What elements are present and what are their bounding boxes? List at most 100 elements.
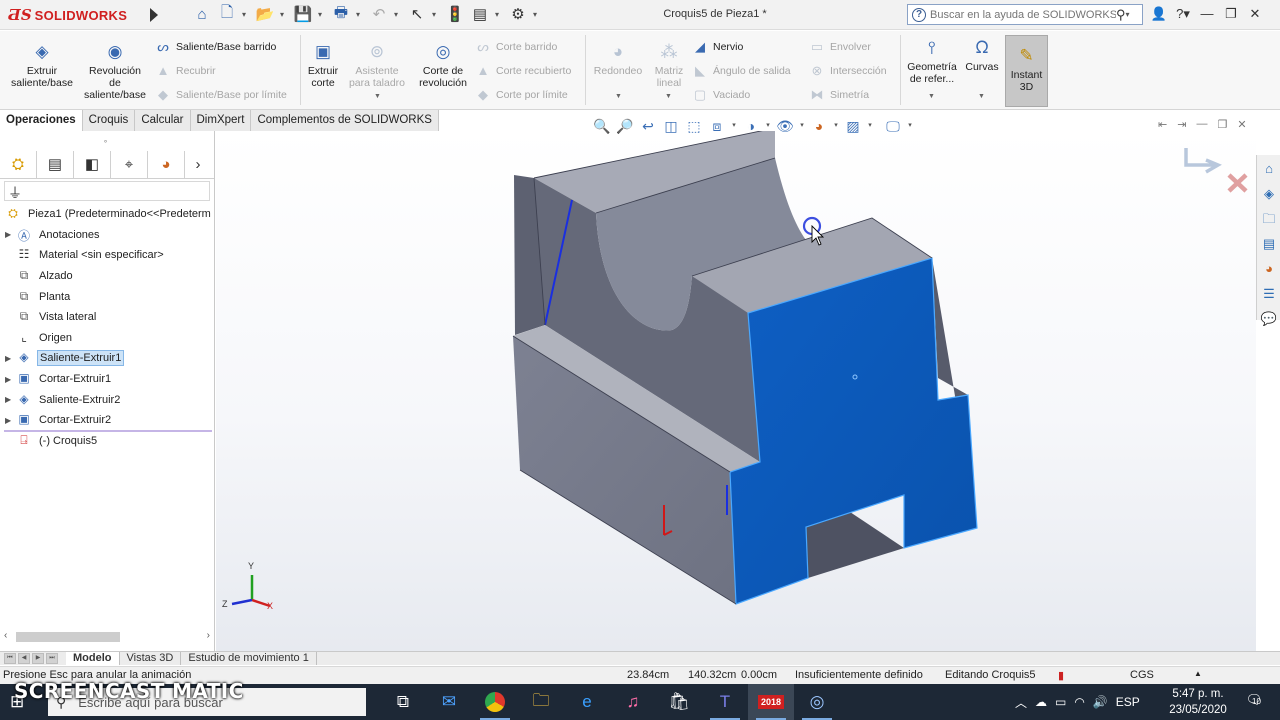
edit-appearance-icon[interactable]: ◕ (809, 116, 829, 136)
custom-properties-icon[interactable]: ☰ (1258, 283, 1280, 305)
geometria-referencia-button[interactable]: ⫯ Geometría de refer... (904, 37, 960, 85)
section-view-icon[interactable]: ◫ (661, 116, 681, 136)
solidworks-resources-icon[interactable]: ⌂ (1258, 158, 1280, 180)
chevron-right-icon[interactable]: › (185, 151, 211, 179)
instant3d-button[interactable]: ✎ Instant 3D (1005, 35, 1048, 107)
tree-item-cortar-extruir2[interactable]: ▶ ▣ Cortar-Extruir2 (0, 410, 214, 431)
tree-item-cortar-extruir1[interactable]: ▶ ▣ Cortar-Extruir1 (0, 369, 214, 390)
saliente-limite-button[interactable]: ◆ Saliente/Base por límite (155, 86, 287, 104)
unit-system-dropdown-icon[interactable]: ▲ (1194, 669, 1202, 678)
tree-item-croquis5[interactable]: ⍈ (-) Croquis5 (0, 431, 214, 452)
saliente-barrido-button[interactable]: ᔕ Saliente/Base barrido (155, 38, 276, 56)
nervio-button[interactable]: ◢ Nervio (692, 38, 743, 56)
expand-icon[interactable]: ▶ (5, 395, 15, 404)
last-tab-icon[interactable]: ⏭ (46, 653, 58, 664)
configuration-manager-tab-icon[interactable]: ◧ (74, 151, 111, 179)
solidworks-logo[interactable]: ƋS SOLIDWORKS (8, 5, 127, 25)
next-tab-icon[interactable]: ▶ (32, 653, 44, 664)
curves-dropdown-icon[interactable]: ▼ (978, 93, 985, 100)
volume-icon[interactable]: 🔊 (1093, 695, 1108, 709)
undo-dropdown-icon[interactable]: ▾ (394, 10, 402, 19)
viewport-next-icon[interactable]: ⇥ (1177, 118, 1186, 131)
viewport-restore-icon[interactable]: ❐ (1217, 118, 1227, 131)
tree-item-saliente-extruir2[interactable]: ▶ ◈ Saliente-Extruir2 (0, 389, 214, 410)
scene-icon[interactable]: ▨ (843, 116, 863, 136)
notification-center-icon[interactable]: 🗨 10 (1244, 692, 1264, 712)
tray-expand-icon[interactable]: ︿ (1015, 694, 1027, 711)
new-icon[interactable]: 🗋 (217, 4, 237, 24)
options-icon[interactable]: ⚙ (508, 4, 528, 24)
tree-filter[interactable]: ⏚ (4, 181, 210, 201)
file-properties-icon[interactable]: ▤ (470, 4, 490, 24)
rollback-bar[interactable] (4, 430, 212, 432)
taskbar-clock[interactable]: 5:47 p. m. 23/05/2020 (1160, 686, 1236, 718)
redondeo-button[interactable]: ◕ Redondeo (590, 41, 646, 77)
hide-show-dropdown-icon[interactable]: ▾ (798, 116, 806, 136)
expand-icon[interactable]: ▶ (5, 354, 15, 363)
forum-icon[interactable]: 💬 (1258, 308, 1280, 330)
tree-item-alzado[interactable]: ⧉ Alzado (0, 266, 214, 287)
previous-view-icon[interactable]: ↩ (638, 116, 658, 136)
menu-expand-arrow-icon[interactable] (150, 8, 158, 22)
viewport-close-icon[interactable]: ✕ (1237, 118, 1246, 131)
file-explorer-icon[interactable]: 🗀 (1258, 208, 1280, 230)
tab-vistas-3d[interactable]: Vistas 3D (120, 652, 182, 665)
tab-operaciones[interactable]: Operaciones (0, 110, 83, 131)
save-dropdown-icon[interactable]: ▾ (318, 10, 326, 19)
restore-icon[interactable]: ❐ (1222, 4, 1240, 24)
user-icon[interactable]: 👤 (1150, 4, 1168, 24)
new-dropdown-icon[interactable]: ▾ (242, 10, 250, 19)
expand-icon[interactable]: ▶ (5, 416, 15, 425)
appearances-icon[interactable]: ◕ (1258, 258, 1280, 280)
help-search-box[interactable]: ? ⚲ ▾ (907, 4, 1143, 25)
tree-item-material[interactable]: ☷ Material <sin especificar> (0, 245, 214, 266)
print-dropdown-icon[interactable]: ▾ (356, 10, 364, 19)
tree-item-saliente-extruir1[interactable]: ▶ ◈ Saliente-Extruir1 (0, 348, 214, 369)
display-style-dropdown-icon[interactable]: ▾ (764, 116, 772, 136)
mail-icon[interactable]: ✉ (426, 684, 472, 720)
expand-icon[interactable]: ▶ (5, 230, 15, 239)
view-palette-icon[interactable]: ▤ (1258, 233, 1280, 255)
minimize-icon[interactable]: — (1198, 4, 1216, 24)
pattern-dropdown-icon[interactable]: ▼ (665, 93, 672, 100)
open-dropdown-icon[interactable]: ▾ (280, 10, 288, 19)
solidworks-taskbar-icon[interactable]: 2018 (748, 684, 794, 720)
tab-calcular[interactable]: Calcular (135, 110, 191, 131)
view-orientation-dropdown-icon[interactable]: ▾ (730, 116, 738, 136)
tree-root-part[interactable]: ⛭ Pieza1 (Predeterminado<<Predeterm (0, 204, 214, 225)
tree-item-origen[interactable]: ⌞ Origen (0, 328, 214, 349)
viewport-minimize-icon[interactable]: — (1196, 118, 1207, 131)
viewport-prev-icon[interactable]: ⇤ (1158, 118, 1167, 131)
asistente-taladro-button[interactable]: ⊚ Asistente para taladro (346, 41, 408, 89)
interseccion-button[interactable]: ⊗ Intersección (809, 62, 887, 80)
corte-barrido-button[interactable]: ᔕ Corte barrido (475, 38, 557, 56)
tree-item-anotaciones[interactable]: ▶ Ⓐ Anotaciones (0, 225, 214, 246)
design-library-icon[interactable]: ◈ (1258, 183, 1280, 205)
open-icon[interactable]: 📂 (255, 4, 275, 24)
tab-complementos[interactable]: Complementos de SOLIDWORKS (251, 110, 439, 131)
prev-tab-icon[interactable]: ◀ (18, 653, 30, 664)
print-icon[interactable]: 🖶 (331, 4, 351, 24)
tab-estudio-movimiento[interactable]: Estudio de movimiento 1 (181, 652, 317, 665)
revolucion-saliente-button[interactable]: ◉ Revolución de saliente/base (82, 41, 148, 101)
zoom-to-fit-icon[interactable]: 🔍 (592, 116, 612, 136)
graphics-area[interactable]: Y X Z (216, 131, 1256, 651)
envolver-button[interactable]: ▭ Envolver (809, 38, 871, 56)
input-language[interactable]: ESP (1116, 695, 1140, 709)
expand-icon[interactable]: ▶ (5, 375, 15, 384)
undo-icon[interactable]: ↶ (369, 4, 389, 24)
tree-item-planta[interactable]: ⧉ Planta (0, 286, 214, 307)
options-dropdown-icon[interactable]: ▾ (533, 10, 541, 19)
task-view-icon[interactable]: ⧉ (380, 684, 426, 720)
tab-croquis[interactable]: Croquis (82, 110, 136, 131)
simetria-button[interactable]: ⧓ Simetría (809, 86, 870, 104)
hole-wizard-dropdown-icon[interactable]: ▼ (374, 93, 381, 100)
itunes-icon[interactable]: ♫ (610, 684, 656, 720)
extruir-saliente-button[interactable]: ◈ Extruir saliente/base (8, 41, 76, 89)
view-settings-icon[interactable]: 🖵 (883, 116, 903, 136)
scroll-thumb[interactable] (16, 632, 120, 642)
help-icon[interactable]: ?▾ (1174, 4, 1192, 24)
recubrir-button[interactable]: ▲ Recubrir (155, 62, 216, 80)
close-icon[interactable]: ✕ (1246, 4, 1264, 24)
corte-limite-button[interactable]: ◆ Corte por límite (475, 86, 568, 104)
